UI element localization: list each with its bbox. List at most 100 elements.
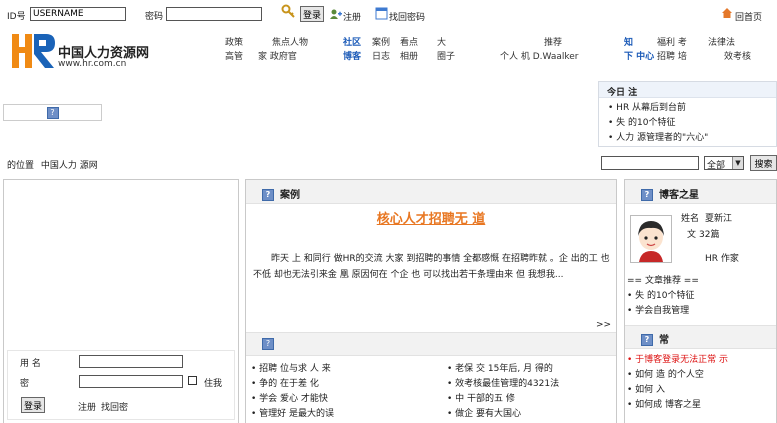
case-panel: ? 案例 核心人才招聘无 道 昨天 上 和同行 做HR的交流 大家 到招聘的事情 … <box>245 179 617 423</box>
nav-executive[interactable]: 高管 <box>225 50 243 64</box>
case-headline[interactable]: 核心人才招聘无 道 <box>246 208 616 227</box>
nav-diary[interactable]: 日志 <box>372 50 390 64</box>
nav-col-recommend: 推荐 个人 机 D.Waalker <box>500 36 579 64</box>
recommend-item[interactable]: • 失 的10个特征 <box>627 288 775 303</box>
nav-recommend[interactable]: 推荐 <box>500 36 579 50</box>
search-scope-value: 全部 <box>707 161 726 171</box>
site-url: www.hr.com.cn <box>58 59 127 69</box>
find-password-icon <box>375 7 388 23</box>
nav-performance[interactable]: 效考核 <box>708 50 751 64</box>
today-notice-box: 今日 注 • HR 从幕后到台前 • 失 的10个特征 • 人力 源管理者的"六… <box>598 81 777 147</box>
faq-title: 常 <box>659 335 669 346</box>
register-icon <box>330 8 342 23</box>
broken-image-icon: ? <box>641 189 653 201</box>
blog-star-panel: ? 博客之星 姓名 夏新江 文 32篇 HR 作家 == 文章推荐 == • 失 … <box>624 179 777 423</box>
top-login-bar: ID号 密码 登录 注册 找回密码 回首页 <box>0 0 777 28</box>
recommend-item[interactable]: • 学会自我管理 <box>627 303 775 318</box>
nav-album[interactable]: 相册 <box>400 50 418 64</box>
search-button[interactable]: 搜索 <box>750 155 777 171</box>
case-list-item[interactable]: • 中 干部的五 修 <box>447 391 615 406</box>
password-input[interactable] <box>166 7 262 21</box>
case-list-item[interactable]: • 效考核最佳管理的4321法 <box>447 376 615 391</box>
find-password-link[interactable]: 找回密码 <box>389 10 425 23</box>
case-list-item[interactable]: • 学会 爱心 才能快 <box>251 391 431 406</box>
nav-col-policy: 政策 高管 <box>225 36 243 64</box>
blogger-role: HR 作家 <box>705 254 739 264</box>
case-list-col1: • 招聘 位与求 人 来 • 争的 在于差 化 • 学会 爱心 才能快 • 管理… <box>251 361 431 421</box>
remember-checkbox[interactable] <box>188 376 197 385</box>
nav-officials[interactable]: 家 政府官 <box>258 50 308 64</box>
nav-welfare[interactable]: 福利 考 <box>657 36 687 50</box>
nav-col-community: 社区 博客 <box>343 36 361 64</box>
blog-star-header: ? 博客之星 <box>625 180 776 204</box>
left-register-link[interactable]: 注册 <box>78 400 96 413</box>
broken-image-icon: ? <box>46 107 59 119</box>
nav-big[interactable]: 大 <box>437 36 455 50</box>
faq-item[interactable]: • 于博客登录无法正常 示 <box>627 352 775 367</box>
search-input[interactable] <box>601 156 699 170</box>
key-icon <box>281 4 295 21</box>
nav-download[interactable]: 下 中心 <box>624 50 654 64</box>
case-list-item[interactable]: • 招聘 位与求 人 来 <box>251 361 431 376</box>
chevron-down-icon[interactable]: ▼ <box>732 157 743 169</box>
nav-cases[interactable]: 案例 <box>372 36 390 50</box>
faq-item[interactable]: • 如何 入 <box>627 382 775 397</box>
left-user-label: 用 名 <box>20 359 41 369</box>
nav-policy[interactable]: 政策 <box>225 36 243 50</box>
faq-header: ? 常 <box>625 325 776 349</box>
blog-star-title: 博客之星 <box>659 190 699 201</box>
left-login-button[interactable]: 登录 <box>21 397 46 413</box>
recommend-title: == 文章推荐 == <box>627 276 699 286</box>
faq-list: • 于博客登录无法正常 示 • 如何 造 的个人空 • 如何 入 • 如何成 博… <box>627 352 775 412</box>
nav-personal[interactable]: 个人 机 D.Waalker <box>500 50 579 64</box>
case-list-item[interactable]: • 争的 在于差 化 <box>251 376 431 391</box>
blogger-count: 32篇 <box>699 230 720 240</box>
case-list-col2: • 老保 交 15年后, 月 得的 • 效考核最佳管理的4321法 • 中 干部… <box>447 361 615 421</box>
broken-image-icon: ? <box>262 189 274 201</box>
breadcrumb-label: 的位置 <box>7 161 35 171</box>
nav-focus-people[interactable]: 焦点人物 <box>258 36 308 50</box>
register-link[interactable]: 注册 <box>343 10 361 23</box>
remember-label: 住我 <box>204 379 223 389</box>
case-list-item[interactable]: • 管理好 是最大的误 <box>251 406 431 421</box>
nav-col-circle: 大 圈子 <box>437 36 455 64</box>
notice-item[interactable]: • 人力 源管理者的"六心" <box>599 130 776 145</box>
home-link[interactable]: 回首页 <box>735 10 762 23</box>
notice-item[interactable]: • 失 的10个特征 <box>599 115 776 130</box>
nav-col-highlights: 看点 相册 <box>400 36 418 64</box>
search-scope-select[interactable]: 全部 ▼ <box>704 156 744 171</box>
blogger-name[interactable]: 夏新江 <box>705 211 732 224</box>
nav-knowledge[interactable]: 知 <box>624 36 654 50</box>
broken-image-icon: ? <box>641 334 653 346</box>
recommend-list: • 失 的10个特征 • 学会自我管理 <box>627 288 775 318</box>
nav-law[interactable]: 法律法 <box>708 36 751 50</box>
nav-col-people: 焦点人物 家 政府官 <box>258 36 308 64</box>
nav-col-cases: 案例 日志 <box>372 36 390 64</box>
breadcrumb-home[interactable]: 中国人力 源网 <box>41 161 98 171</box>
nav-community[interactable]: 社区 <box>343 36 361 50</box>
nav-circle[interactable]: 圈子 <box>437 50 455 64</box>
nav-highlights[interactable]: 看点 <box>400 36 418 50</box>
home-icon <box>721 7 733 22</box>
faq-item[interactable]: • 如何 造 的个人空 <box>627 367 775 382</box>
blogger-avatar[interactable] <box>630 215 672 263</box>
case-list-item[interactable]: • 做企 要有大国心 <box>447 406 615 421</box>
login-button[interactable]: 登录 <box>300 6 325 22</box>
nav-blog[interactable]: 博客 <box>343 50 361 64</box>
left-find-password-link[interactable]: 找回密 <box>101 400 128 413</box>
site-logo[interactable] <box>10 32 56 70</box>
case-panel-header: ? 案例 <box>246 180 616 204</box>
faq-item[interactable]: • 如何成 博客之星 <box>627 397 775 412</box>
case-list-item[interactable]: • 老保 交 15年后, 月 得的 <box>447 361 615 376</box>
left-password-input[interactable] <box>79 375 183 388</box>
case-more-link[interactable]: >> <box>596 320 611 330</box>
left-username-input[interactable] <box>79 355 183 368</box>
breadcrumb: 的位置 中国人力 源网 <box>7 158 98 171</box>
notice-item[interactable]: • HR 从幕后到台前 <box>599 100 776 115</box>
nav-col-law: 法律法 效考核 <box>708 36 751 64</box>
ad-banner[interactable]: ? <box>3 104 102 121</box>
blogger-name-label: 姓名 <box>681 214 700 224</box>
nav-recruit[interactable]: 招聘 培 <box>657 50 687 64</box>
left-login-panel: 用 名 密 住我 登录 注册 找回密 <box>3 179 239 423</box>
username-input[interactable] <box>30 7 126 21</box>
